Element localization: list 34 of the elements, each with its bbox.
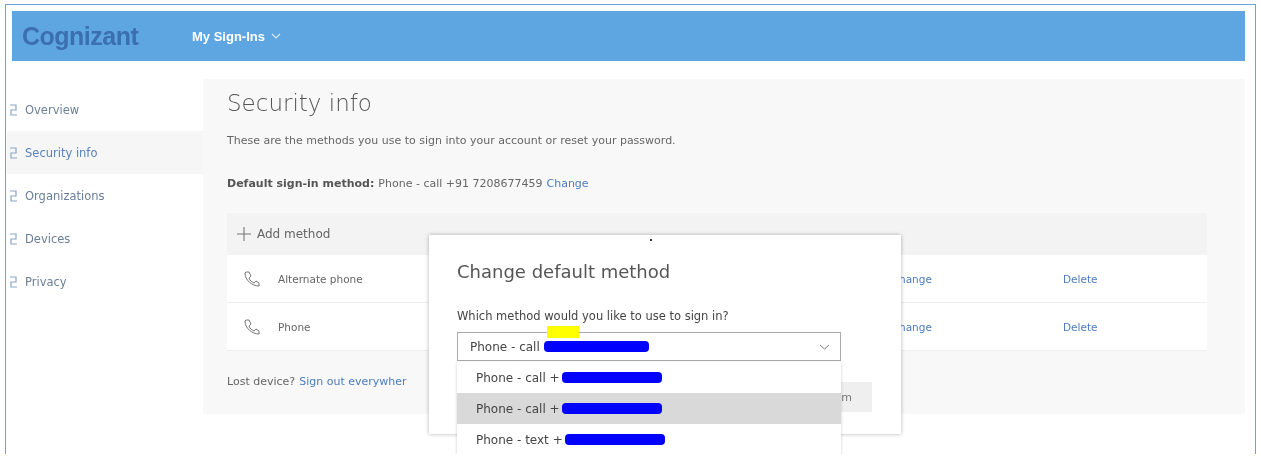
lost-device-text: Lost device?: [227, 375, 296, 388]
change-link[interactable]: Change: [546, 177, 589, 190]
dropdown-option[interactable]: Phone - text +: [457, 424, 841, 454]
nav-icon: [9, 275, 18, 288]
nav-icon: [9, 103, 18, 116]
delete-link[interactable]: Delete: [1063, 320, 1098, 333]
delete-link[interactable]: Delete: [1063, 272, 1098, 285]
sidebar-item[interactable]: Privacy: [7, 260, 203, 303]
chevron-down-icon: [819, 344, 830, 350]
sidebar-item[interactable]: Organizations: [7, 174, 203, 217]
add-method-button[interactable]: Add method: [237, 227, 331, 241]
nav-icon: [9, 146, 18, 159]
default-method-value: Phone - call +91 7208677459: [378, 177, 543, 190]
dropdown-option[interactable]: Phone - call +: [457, 362, 841, 393]
page-title: Security info: [227, 90, 373, 116]
sidebar-item[interactable]: Overview: [7, 88, 203, 131]
sidebar-item[interactable]: Security info: [7, 131, 203, 174]
chevron-down-icon: [270, 33, 281, 39]
nav-icon: [9, 232, 18, 245]
nav-icon: [9, 189, 18, 202]
method-select[interactable]: Phone - call: [457, 332, 841, 361]
method-name: Phone: [278, 320, 311, 333]
phone-icon: [243, 269, 261, 288]
phone-icon: [243, 317, 261, 336]
method-name: Alternate phone: [278, 272, 363, 285]
default-method-label: Default sign-in method:: [227, 177, 375, 190]
app-menu[interactable]: My Sign-Ins: [192, 28, 281, 44]
sign-out-link[interactable]: Sign out everywher: [299, 375, 407, 388]
dialog-question: Which method would you like to use to sign in?: [457, 309, 729, 323]
dialog-title: Change default method: [457, 261, 671, 282]
dropdown-option[interactable]: Phone - call +: [457, 393, 841, 424]
plus-icon: [237, 227, 251, 241]
sidebar-item[interactable]: Devices: [7, 217, 203, 260]
page-description: These are the methods you use to sign into your account or reset your password.: [227, 134, 677, 147]
